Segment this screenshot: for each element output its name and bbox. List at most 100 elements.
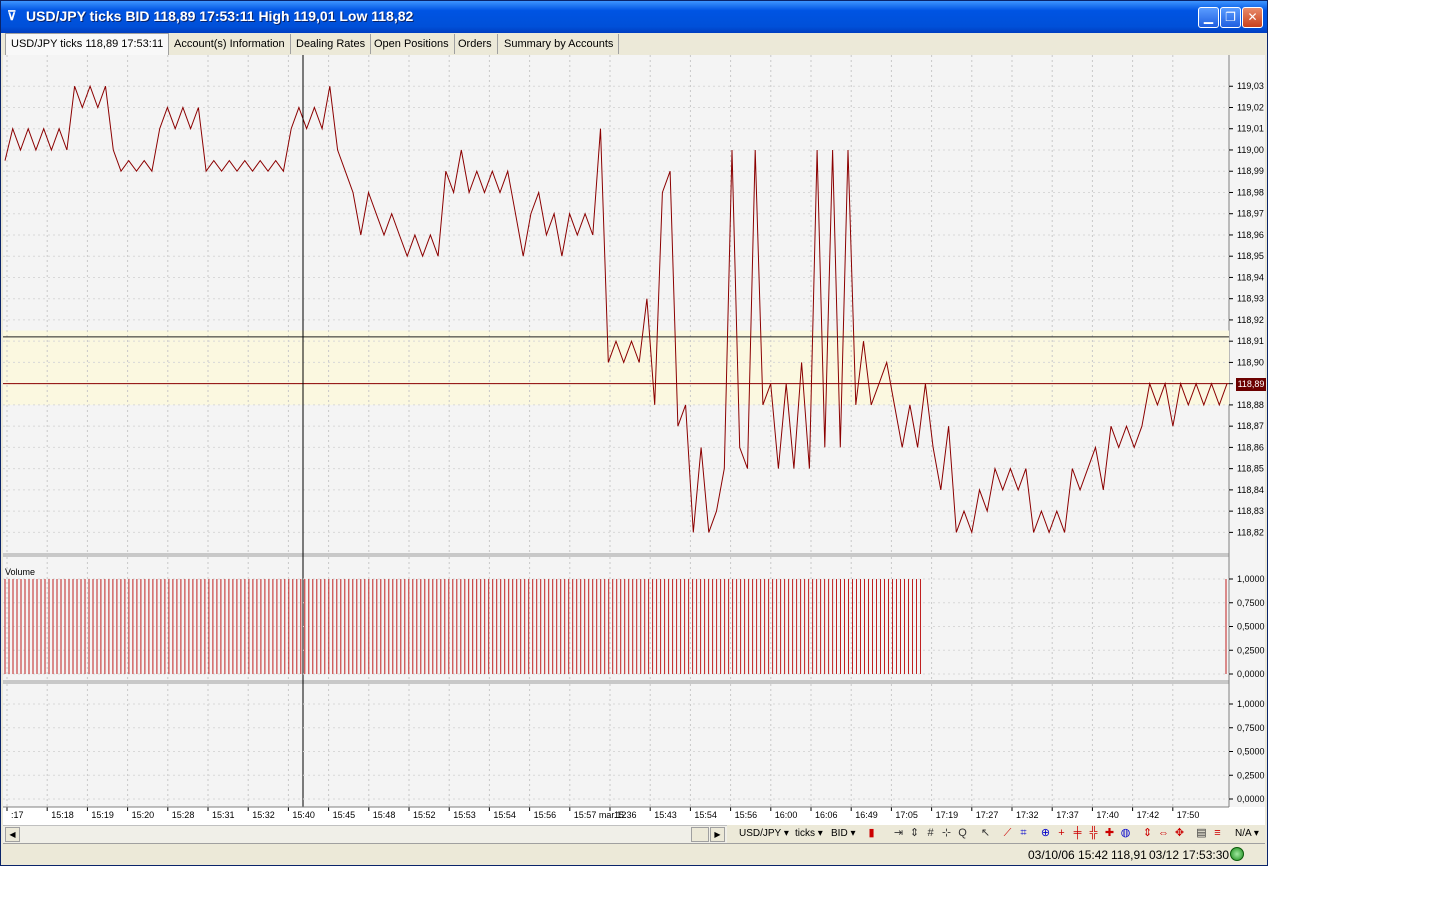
x-tick-label: 15:18 [51, 810, 74, 820]
instrument-value: USD/JPY [739, 828, 782, 839]
x-tick-label: 16:49 [855, 810, 878, 820]
fibo-icon[interactable]: ⌗ [1017, 827, 1030, 840]
tab-chart[interactable]: USD/JPY ticks 118,89 17:53:11 [5, 33, 170, 55]
horizontal-scrollbar[interactable]: ◀ ▶ [3, 825, 727, 843]
x-tick-label: 15:28 [172, 810, 195, 820]
chart-canvas[interactable]: :17 15:18 15:19 15:20 15:28 15:31 15:32 15:40 15… [3, 55, 1265, 828]
logo-icon[interactable]: ⊽ [7, 9, 21, 23]
x-tick-label: :17 [11, 810, 24, 820]
y-tick-label: 0,2500 [1237, 645, 1265, 655]
move-icon[interactable]: ✥ [1173, 827, 1186, 840]
x-tick-label: 16:06 [815, 810, 838, 820]
candle-icon[interactable]: ▮ [865, 827, 878, 840]
restore-button[interactable]: ❐ [1220, 7, 1241, 28]
x-tick-label: 15:36 [614, 810, 637, 820]
side-select[interactable]: BID ▾ [831, 827, 855, 840]
arrows-icon[interactable]: ⇔ [1157, 827, 1170, 840]
tab-accounts-information[interactable]: Account(s) Information [169, 34, 291, 54]
scroll-end-icon[interactable]: ⇥ [892, 827, 905, 840]
scroll-left-arrow[interactable]: ◀ [5, 827, 20, 842]
x-tick-label: 17:42 [1137, 810, 1160, 820]
y-tick-label: 118,86 [1237, 442, 1264, 452]
restore-icon: ❐ [1225, 10, 1236, 24]
y-tick-label: 119,00 [1237, 145, 1264, 155]
q-icon[interactable]: Q [956, 827, 969, 840]
y-tick-label: 118,90 [1237, 357, 1264, 367]
y-tick-label: 0,7500 [1237, 723, 1265, 733]
x-tick-label: 15:43 [654, 810, 677, 820]
y-tick-label: 0,0000 [1237, 669, 1265, 679]
doc-icon[interactable]: ▤ [1195, 827, 1208, 840]
crosshair-icon[interactable]: ⊹ [940, 827, 953, 840]
x-tick-label: 15:54 [694, 810, 717, 820]
side-value: BID [831, 828, 848, 839]
y-tick-label: 1,0000 [1237, 699, 1265, 709]
tab-open-positions[interactable]: Open Positions [369, 34, 455, 54]
y-tick-label: 119,03 [1237, 81, 1264, 91]
globe-icon[interactable]: ◍ [1119, 827, 1132, 840]
cross-icon[interactable]: + [1055, 827, 1068, 840]
y-tick-label: 118,83 [1237, 506, 1264, 516]
target-icon[interactable]: ✚ [1103, 827, 1116, 840]
y-tick-label: 118,84 [1237, 485, 1264, 495]
y-tick-label: 118,95 [1237, 251, 1264, 261]
close-icon: ✕ [1247, 10, 1258, 24]
x-tick-label: 17:32 [1016, 810, 1039, 820]
grid-icon[interactable]: # [924, 827, 937, 840]
volume-panel-title: Volume [5, 567, 36, 577]
x-tick-label: 17:27 [976, 810, 999, 820]
status-cursor-price: 118,91 [1111, 848, 1147, 862]
status-server-time: 03/12 17:53:30 [1149, 848, 1230, 862]
tab-orders[interactable]: Orders [453, 34, 498, 54]
scroll-thumb[interactable] [691, 827, 709, 842]
minimize-icon: ▁ [1203, 10, 1214, 24]
x-tick-label: 17:05 [895, 810, 918, 820]
scroll-right-arrow[interactable]: ▶ [710, 827, 725, 842]
x-tick-label: 15:56 [534, 810, 557, 820]
pointer-icon[interactable]: ↖ [979, 827, 992, 840]
y-tick-label: 118,91 [1237, 336, 1264, 346]
zoom-in-icon[interactable]: ⊕ [1039, 827, 1052, 840]
y-tick-label: 0,0000 [1237, 794, 1265, 804]
x-tick-label: 15:40 [292, 810, 315, 820]
chart-toolbar: USD/JPY ▾ ticks ▾ BID ▾ ▮ ⇥ ⇕ # ⊹ Q ↖ ⟋ … [727, 825, 1265, 842]
tab-summary-by-accounts[interactable]: Summary by Accounts [499, 34, 620, 54]
current-price-marker: 118,89 [1236, 377, 1266, 391]
y-tick-label: 118,94 [1237, 272, 1264, 282]
period-select[interactable]: ticks ▾ [795, 827, 823, 840]
y-tick-label: 1,0000 [1237, 574, 1265, 584]
trendline-icon[interactable]: ⟋ [1001, 827, 1014, 840]
na-value: N/A [1235, 828, 1252, 839]
connection-status-icon [1230, 847, 1244, 861]
minimize-button[interactable]: ▁ [1198, 7, 1219, 28]
title-bar[interactable]: ⊽ USD/JPY ticks BID 118,89 17:53:11 High… [1, 1, 1267, 33]
x-tick-label: 15:20 [132, 810, 155, 820]
tab-dealing-rates[interactable]: Dealing Rates [291, 34, 372, 54]
x-tick-label: 17:19 [936, 810, 959, 820]
y-tick-label: 118,92 [1237, 315, 1264, 325]
plus-icon[interactable]: ╪ [1071, 827, 1084, 840]
zoom-vertical-icon[interactable]: ⇕ [908, 827, 921, 840]
panel-separator [3, 553, 1265, 557]
x-tick-label: 15:45 [333, 810, 356, 820]
settings-icon[interactable]: ≡ [1211, 827, 1224, 840]
y-tick-label: 0,7500 [1237, 598, 1265, 608]
y-tick-label: 118,99 [1237, 166, 1264, 176]
x-tick-label: 15:56 [735, 810, 758, 820]
panel-separator [3, 680, 1265, 684]
x-tick-label: 15:53 [453, 810, 476, 820]
status-cursor-time: 03/10/06 15:42 [1028, 848, 1109, 862]
instrument-select[interactable]: USD/JPY ▾ [739, 827, 789, 840]
y-tick-label: 118,88 [1237, 400, 1264, 410]
x-tick-label: 15:19 [91, 810, 114, 820]
x-tick-label: 17:50 [1177, 810, 1200, 820]
y-tick-label: 0,5000 [1237, 747, 1265, 757]
close-button[interactable]: ✕ [1242, 7, 1263, 28]
panel-background-1 [3, 55, 1229, 553]
hash-icon[interactable]: ╬ [1087, 827, 1100, 840]
y-tick-label: 118,93 [1237, 294, 1264, 304]
tab-bar: USD/JPY ticks 118,89 17:53:11 Account(s)… [3, 33, 1265, 56]
na-select[interactable]: N/A ▾ [1235, 827, 1259, 840]
chart-area[interactable]: :17 15:18 15:19 15:20 15:28 15:31 15:32 15:40 15… [3, 55, 1266, 828]
bars-icon[interactable]: ⇕ [1141, 827, 1154, 840]
